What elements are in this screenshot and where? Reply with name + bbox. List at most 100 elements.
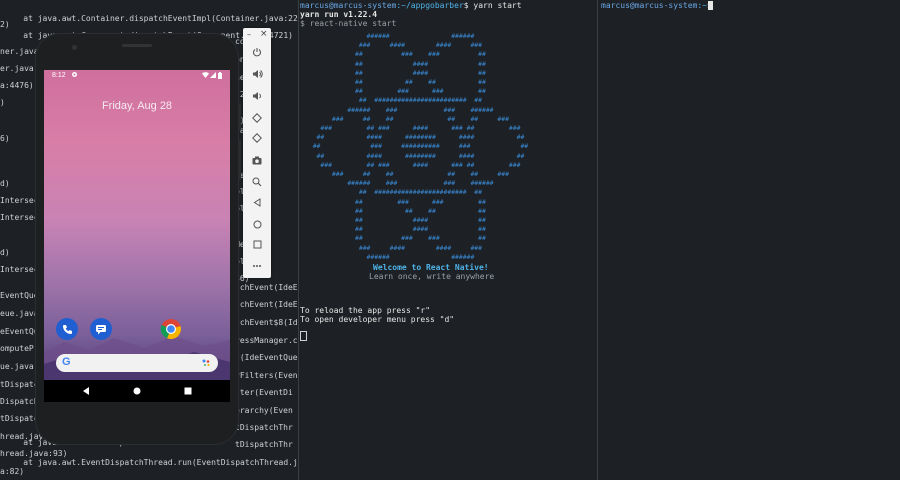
terminal-output-line: Intersec	[0, 213, 39, 222]
google-g-icon: G	[62, 356, 71, 368]
ascii-logo-row: ## #### ##	[305, 216, 486, 224]
nav-home-icon[interactable]	[133, 387, 141, 397]
ascii-logo-row: ### #### #### ###	[305, 243, 482, 252]
android-emulator-phone: 8:12 Friday, Aug 28 G	[36, 34, 241, 444]
messages-app-icon[interactable]	[90, 318, 112, 340]
nav-overview-icon[interactable]	[184, 387, 192, 397]
prompt-command: $ yarn start	[463, 1, 522, 10]
ascii-logo-row: ## ### ########## ### ##	[305, 142, 529, 151]
ascii-logo-row: ## #### ##	[305, 225, 486, 234]
ascii-logo-row: ###### ### ### ######	[305, 105, 494, 114]
rotate-right-icon[interactable]	[247, 130, 267, 146]
zoom-icon[interactable]	[247, 174, 267, 190]
volume-up-icon[interactable]	[247, 66, 267, 82]
terminal-output-line: ue.java:	[0, 362, 39, 371]
ascii-logo-row: ## #### ##	[305, 68, 486, 77]
side-button[interactable]	[238, 140, 241, 180]
camera-icon[interactable]	[247, 152, 267, 168]
more-icon[interactable]	[247, 258, 267, 274]
prompt-path: :~/appgobarber	[396, 1, 464, 10]
pane-divider[interactable]	[597, 0, 598, 480]
ascii-logo-row: ### ## ## ## ## ###	[305, 170, 509, 178]
ascii-logo-row: ## ### ### ##	[305, 197, 486, 206]
terminal-output-line: tDispatchThr	[235, 440, 293, 449]
terminal-output-line: at java.awt.Container.dispatchEventImpl(…	[4, 14, 298, 23]
assistant-icon[interactable]	[202, 359, 211, 369]
prompt-path: :~	[697, 1, 707, 10]
terminal-output-line: er.java:	[0, 64, 39, 73]
terminal-output-line: a:4476)	[0, 81, 34, 90]
ascii-logo-row: ###### ######	[305, 252, 475, 261]
prompt-line: marcus@marcus-system:~$	[601, 1, 712, 11]
status-bar: 8:12	[44, 70, 230, 82]
ascii-logo-row: ## #### ##	[305, 59, 486, 68]
ascii-logo-row: ## ## ## ##	[305, 206, 486, 215]
front-camera	[72, 45, 77, 50]
power-icon[interactable]	[247, 44, 267, 60]
overview-icon[interactable]	[247, 236, 267, 252]
prompt-user: marcus@marcus-system	[300, 1, 397, 10]
start-command-line: $ react-native start	[300, 19, 397, 28]
back-icon[interactable]	[247, 194, 267, 210]
nav-back-icon[interactable]	[82, 387, 90, 397]
close-icon[interactable]: ×	[260, 29, 268, 39]
terminal-output-line: a:82)	[0, 467, 25, 476]
earpiece-speaker	[122, 44, 152, 47]
settings-icon	[71, 71, 78, 80]
terminal-cursor	[300, 331, 307, 341]
wifi-icon	[202, 72, 209, 80]
prompt-user: marcus@marcus-system	[601, 1, 698, 10]
terminal-output-line: ressManager.c	[235, 336, 298, 345]
terminal-output-line: d)	[0, 248, 10, 257]
lockscreen-date: Friday, Aug 28	[101, 100, 173, 112]
terminal-output-line: omputePr	[0, 344, 39, 353]
ascii-logo-row: ## ### ### ##	[305, 50, 486, 59]
emulator-toolbar: – ×	[243, 28, 271, 278]
devmenu-hint: To open developer menu press "d"	[300, 315, 455, 324]
ascii-logo-row: ### ## ### #### ### ## ###	[305, 160, 521, 169]
terminal-output-line: d)	[0, 179, 10, 188]
middle-terminal-pane[interactable]: marcus@marcus-system:~/appgobarber$ yarn…	[299, 0, 597, 480]
ascii-logo-row: ## ### ### ##	[305, 87, 486, 96]
chrome-app-icon[interactable]	[160, 318, 182, 340]
terminal-output-line: Intersec	[0, 196, 39, 205]
side-button[interactable]	[238, 104, 241, 130]
ascii-logo-row: ## ### ### ##	[305, 234, 486, 243]
terminal-output-line: tchEvent(IdeE	[235, 283, 298, 292]
battery-icon	[218, 71, 222, 81]
terminal-output-line: 6)	[0, 134, 10, 143]
clock-time: 8:12	[52, 72, 66, 79]
ascii-logo-row: ## #### ######## #### ##	[305, 151, 525, 160]
ascii-logo-row: ###### ######	[305, 32, 475, 40]
terminal-output-line: Intersec	[0, 265, 39, 274]
minimize-icon[interactable]: –	[247, 30, 251, 39]
terminal-cursor	[708, 1, 713, 10]
tagline: Learn once, write anywhere	[369, 272, 495, 281]
terminal-output-line: at java.awt.EventDispatchThread.run(Even…	[4, 458, 298, 467]
ascii-logo-row: ## ######################## ##	[305, 188, 482, 197]
home-icon[interactable]	[247, 216, 267, 232]
signal-icon	[210, 72, 216, 80]
google-search-bar[interactable]: G	[56, 354, 218, 372]
terminal-output-line: t(IdeEventQue	[235, 353, 298, 362]
terminal-output-line: tchEvent$8(Id	[235, 318, 298, 327]
ascii-logo-row: ### #### #### ###	[305, 41, 482, 50]
phone-screen[interactable]: 8:12 Friday, Aug 28 G	[44, 70, 230, 402]
terminal-output-line: )	[0, 98, 5, 107]
terminal-output-line: tchEvent(IdeEventQu	[235, 300, 298, 309]
terminal-output-line: tDispatchThr	[235, 423, 293, 432]
ascii-logo-row: ### ## ### #### ### ## ###	[305, 124, 521, 132]
pane-divider[interactable]	[298, 0, 299, 480]
ascii-logo-row: ### ## ## ## ## ###	[305, 114, 509, 123]
phone-app-icon[interactable]	[56, 318, 78, 340]
android-nav-bar	[44, 380, 230, 402]
rotate-left-icon[interactable]	[247, 110, 267, 126]
ascii-logo-row: ## #### ######## #### ##	[305, 133, 525, 142]
terminal-output-line: erarchy(Even	[235, 406, 293, 415]
right-terminal-pane[interactable]: marcus@marcus-system:~$	[598, 0, 900, 480]
ascii-logo-row: ## ######################## ##	[305, 96, 482, 105]
terminal-output-line: EventQue	[0, 291, 39, 300]
volume-down-icon[interactable]	[247, 88, 267, 104]
terminal-output-line: lter(EventDi	[235, 388, 293, 397]
ascii-logo-row: ###### ### ### ######	[305, 179, 494, 188]
